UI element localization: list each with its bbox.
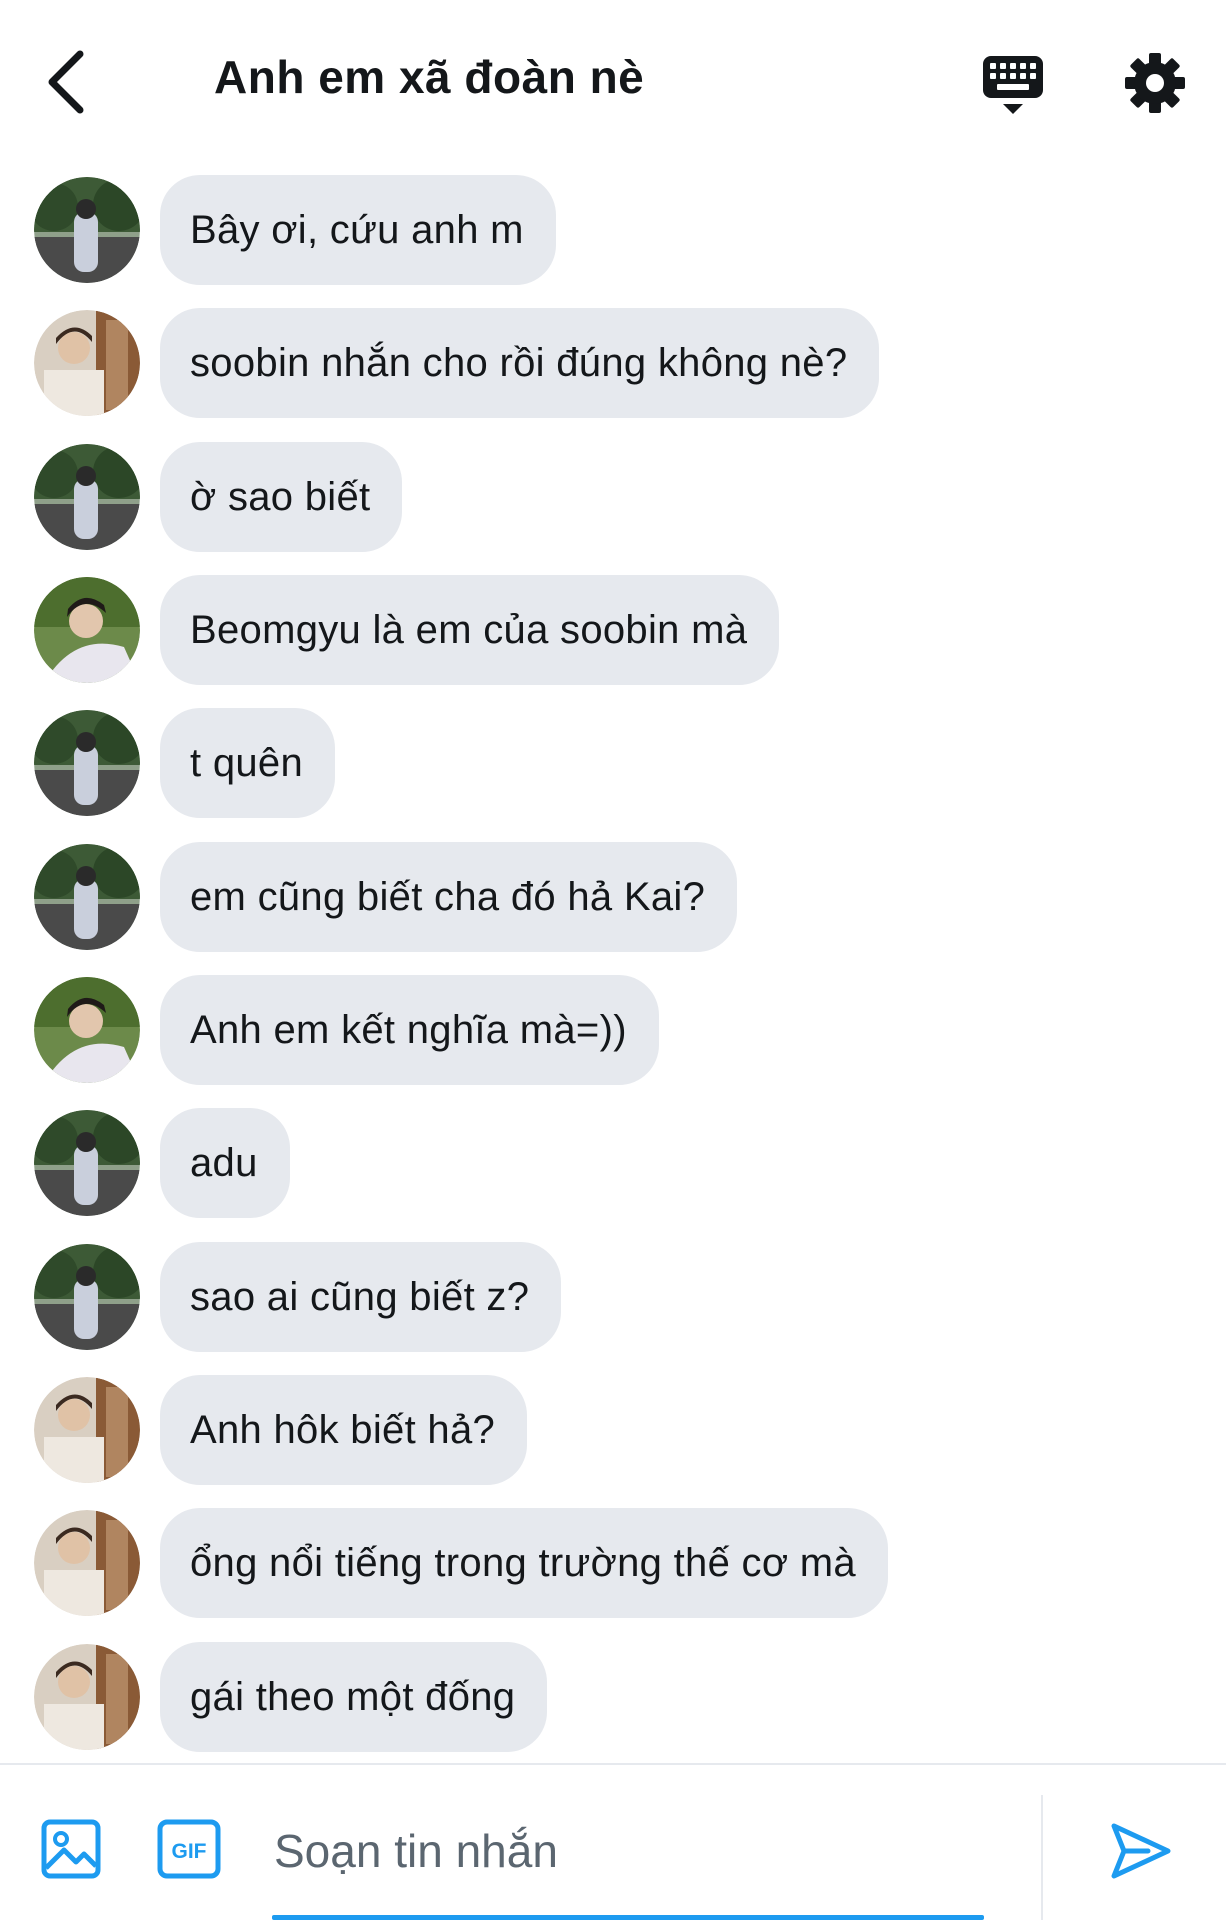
avatar[interactable] <box>34 844 140 950</box>
message-row: sao ai cũng biết z? <box>0 1242 1226 1352</box>
message-row: ổng nổi tiếng trong trường thế cơ mà <box>0 1508 1226 1618</box>
message-row: Beomgyu là em của soobin mà <box>0 575 1226 685</box>
message-row: em cũng biết cha đó hả Kai? <box>0 842 1226 952</box>
message-row: gái theo một đống <box>0 1642 1226 1752</box>
message-bubble[interactable]: ổng nổi tiếng trong trường thế cơ mà <box>160 1508 888 1618</box>
chat-header: Anh em xã đoàn nè <box>0 0 1226 165</box>
message-row: Anh hôk biết hả? <box>0 1375 1226 1485</box>
avatar[interactable] <box>34 1377 140 1483</box>
message-row: adu <box>0 1108 1226 1218</box>
message-bubble[interactable]: Anh hôk biết hả? <box>160 1375 528 1485</box>
avatar[interactable] <box>34 710 140 816</box>
message-bubble[interactable]: soobin nhắn cho rồi đúng không nè? <box>160 308 880 418</box>
message-row: soobin nhắn cho rồi đúng không nè? <box>0 308 1226 418</box>
message-bubble[interactable]: Anh em kết nghĩa mà=)) <box>160 975 659 1085</box>
input-underline <box>272 1915 984 1920</box>
avatar[interactable] <box>34 1510 140 1616</box>
chevron-left-icon[interactable] <box>38 42 98 122</box>
avatar[interactable] <box>34 1644 140 1750</box>
avatar[interactable] <box>34 577 140 683</box>
avatar[interactable] <box>34 1110 140 1216</box>
message-input[interactable] <box>272 1800 1016 1902</box>
keyboard-icon[interactable] <box>980 52 1046 118</box>
divider <box>1041 1795 1043 1920</box>
message-row: Bây ơi, cứu anh m <box>0 175 1226 285</box>
conversation-title[interactable]: Anh em xã đoàn nè <box>214 50 644 104</box>
send-icon[interactable] <box>1108 1818 1174 1884</box>
avatar[interactable] <box>34 1244 140 1350</box>
message-bubble[interactable]: gái theo một đống <box>160 1642 548 1752</box>
gif-button[interactable]: GIF <box>156 1818 222 1880</box>
gif-label: GIF <box>172 1840 207 1863</box>
message-row: Anh em kết nghĩa mà=)) <box>0 975 1226 1085</box>
message-row: ờ sao biết <box>0 442 1226 552</box>
message-bubble[interactable]: adu <box>160 1108 290 1218</box>
message-bubble[interactable]: Beomgyu là em của soobin mà <box>160 575 780 685</box>
message-bubble[interactable]: t quên <box>160 708 336 818</box>
image-icon[interactable] <box>40 1818 102 1880</box>
avatar[interactable] <box>34 444 140 550</box>
gear-icon[interactable] <box>1124 52 1186 114</box>
message-bubble[interactable]: ờ sao biết <box>160 442 403 552</box>
message-bubble[interactable]: sao ai cũng biết z? <box>160 1242 562 1352</box>
avatar[interactable] <box>34 177 140 283</box>
message-bubble[interactable]: Bây ơi, cứu anh m <box>160 175 556 285</box>
message-bubble[interactable]: em cũng biết cha đó hả Kai? <box>160 842 738 952</box>
avatar[interactable] <box>34 310 140 416</box>
avatar[interactable] <box>34 977 140 1083</box>
gif-icon: GIF <box>157 1819 221 1879</box>
message-row: t quên <box>0 708 1226 818</box>
